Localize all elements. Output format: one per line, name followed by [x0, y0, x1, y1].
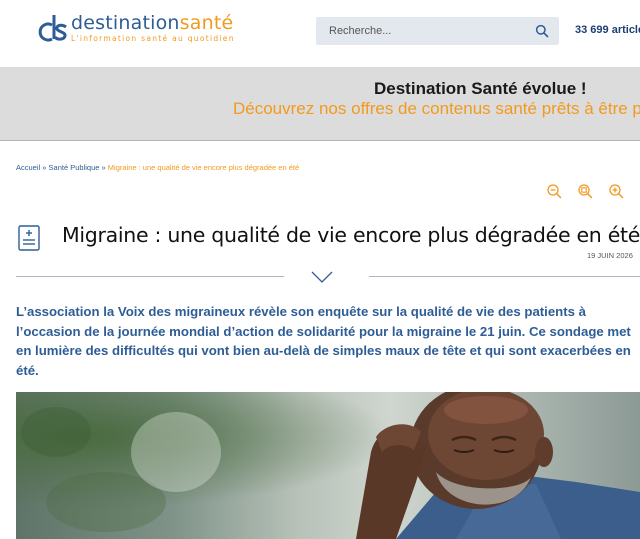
text-size-tools — [546, 183, 624, 199]
divider — [16, 276, 284, 277]
article-photo — [16, 392, 640, 539]
breadcrumb-current: Migraine : une qualité de vie encore plu… — [107, 163, 300, 172]
logo-name-part2: santé — [179, 12, 234, 34]
search-bar — [316, 16, 559, 46]
logo-tagline: L'information santé au quotidien — [71, 34, 235, 43]
search-icon[interactable] — [535, 24, 549, 38]
chevron-down-icon[interactable] — [311, 270, 333, 284]
site-header: destinationsanté L'information santé au … — [0, 0, 640, 67]
logo-mark-icon — [38, 15, 67, 42]
breadcrumb-separator: » — [101, 163, 106, 172]
banner-title: Destination Santé évolue ! — [374, 79, 587, 98]
promo-banner[interactable]: Destination Santé évolue ! Découvrez nos… — [0, 67, 640, 141]
breadcrumb-category[interactable]: Santé Publique — [49, 163, 100, 172]
breadcrumb-home[interactable]: Accueil — [16, 163, 40, 172]
banner-subtitle: Découvrez nos offres de contenus santé p… — [233, 99, 640, 118]
divider — [369, 276, 640, 277]
site-logo[interactable]: destinationsanté L'information santé au … — [36, 13, 235, 43]
article-lead: L’association la Voix des migraineux rév… — [16, 304, 631, 378]
article-title: Migraine : une qualité de vie encore plu… — [62, 223, 640, 247]
search-input[interactable] — [316, 16, 531, 46]
zoom-out-icon[interactable] — [546, 183, 562, 199]
breadcrumb: Accueil » Santé Publique » Migraine : un… — [16, 163, 299, 172]
breadcrumb-separator: » — [42, 163, 47, 172]
health-category-icon — [18, 225, 40, 251]
zoom-in-icon[interactable] — [608, 183, 624, 199]
zoom-reset-icon[interactable] — [577, 183, 593, 199]
logo-name: destinationsanté — [71, 13, 235, 33]
articles-count[interactable]: 33 699 articles — [575, 24, 640, 36]
logo-name-part1: destination — [71, 12, 180, 34]
article-date: 19 JUIN 2026 — [587, 251, 633, 260]
